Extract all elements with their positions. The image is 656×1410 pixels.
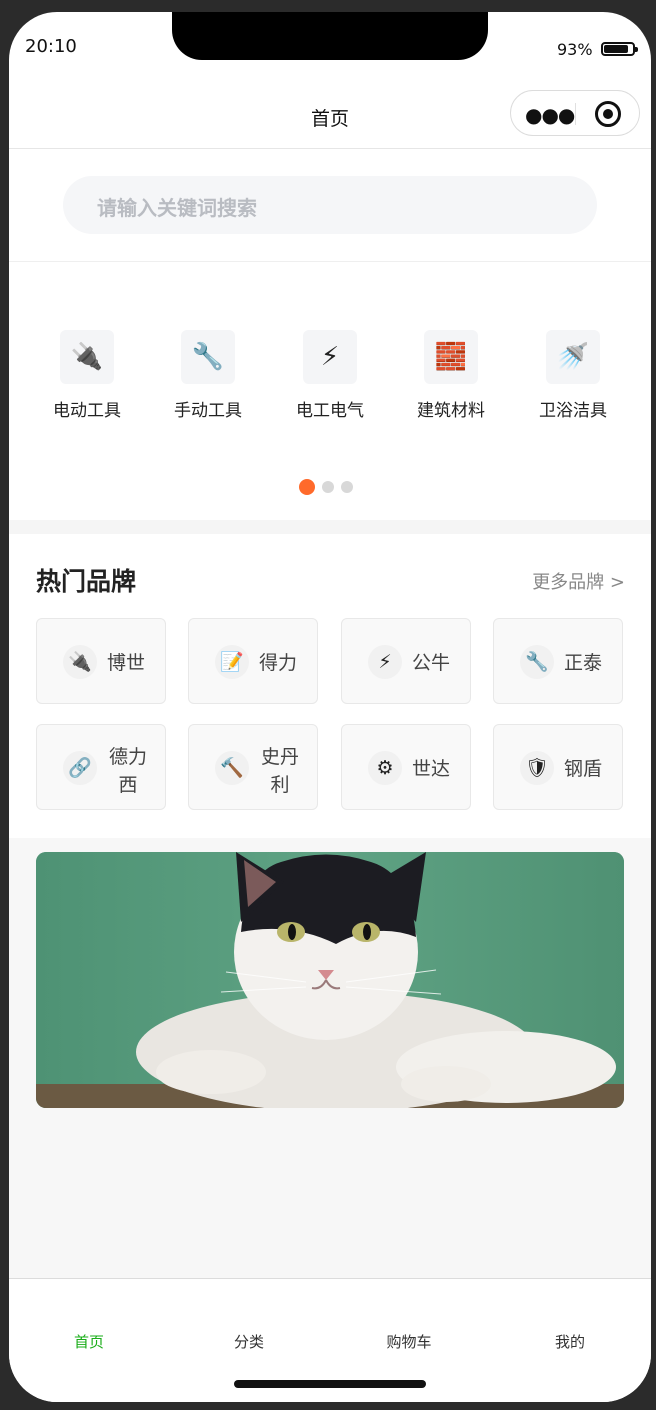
search-input[interactable]: 请输入关键词搜索 [63, 176, 597, 234]
brand-name: 博世 [107, 652, 146, 674]
battery-percentage: 93% [557, 40, 593, 59]
more-icon[interactable]: ●●● [525, 103, 575, 127]
brand-name: 得力 [259, 652, 298, 674]
category-label: 电动工具 [53, 401, 121, 421]
capsule-divider [575, 103, 576, 125]
brand-name: 世达 [412, 758, 451, 780]
brand-name: 正泰 [564, 652, 603, 674]
category-item[interactable]: 🔌 电动工具 [32, 330, 142, 421]
category-label: 建筑材料 [417, 401, 485, 421]
brand-card[interactable]: 🔧 正泰 [493, 618, 623, 704]
section-divider [9, 261, 651, 262]
category-item[interactable]: 🚿 卫浴洁具 [518, 330, 628, 421]
link-icon: 🔗 [63, 751, 97, 785]
status-time: 20:10 [25, 36, 77, 57]
camera-notch [172, 12, 488, 60]
brand-card[interactable]: 🔗 德力西 [36, 724, 166, 810]
brand-card[interactable]: 🛡 钢盾 [493, 724, 623, 810]
gear-icon: ⚙ [368, 751, 402, 785]
phone-screen: 20:10 93% 首页 ●●● 请输入关键词搜索 🔌 电动工具 🔧 手动工具 … [9, 12, 651, 1402]
memo-icon: 📝 [215, 645, 249, 679]
tab-profile[interactable]: 我的 [490, 1331, 650, 1352]
shower-icon: 🚿 [546, 330, 600, 384]
plug-icon: 🔌 [60, 330, 114, 384]
brand-card[interactable]: 🔌 博世 [36, 618, 166, 704]
tab-category[interactable]: 分类 [169, 1331, 329, 1352]
category-label: 手动工具 [174, 401, 242, 421]
lightning-icon: ⚡ [303, 330, 357, 384]
search-placeholder: 请输入关键词搜索 [97, 196, 257, 220]
plug-icon: 🔌 [63, 645, 97, 679]
tab-cart[interactable]: 购物车 [329, 1331, 489, 1352]
category-item[interactable]: ⚡ 电工电气 [275, 330, 385, 421]
battery-icon [601, 42, 638, 56]
brand-name: 公牛 [412, 652, 451, 674]
section-gap [9, 520, 651, 534]
shield-icon: 🛡 [520, 751, 554, 785]
wrench-icon: 🔧 [520, 645, 554, 679]
tab-home[interactable]: 首页 [9, 1331, 169, 1352]
cat-photo [36, 852, 624, 1108]
lightning-icon: ⚡ [368, 645, 402, 679]
category-item[interactable]: 🧱 建筑材料 [396, 330, 506, 421]
brand-card[interactable]: 🔨 史丹利 [188, 724, 318, 810]
carousel-pagination [299, 478, 360, 497]
pagination-dot[interactable] [299, 479, 315, 495]
wrench-icon: 🔧 [181, 330, 235, 384]
close-icon[interactable] [595, 101, 621, 127]
more-brands-link[interactable]: 更多品牌 > [532, 568, 625, 594]
brand-card[interactable]: ⚙ 世达 [341, 724, 471, 810]
bricks-icon: 🧱 [424, 330, 478, 384]
brand-name: 德力西 [108, 746, 147, 796]
category-item[interactable]: 🔧 手动工具 [153, 330, 263, 421]
category-label: 电工电气 [296, 401, 364, 421]
category-carousel: 🔌 电动工具 🔧 手动工具 ⚡ 电工电气 🧱 建筑材料 🚿 卫浴洁具 [9, 330, 651, 430]
brand-name: 史丹利 [260, 746, 299, 796]
hammer-icon: 🔨 [215, 751, 249, 785]
nav-divider [9, 148, 651, 149]
brand-card[interactable]: 📝 得力 [188, 618, 318, 704]
category-label: 卫浴洁具 [539, 401, 607, 421]
brand-card[interactable]: ⚡ 公牛 [341, 618, 471, 704]
brand-name: 钢盾 [564, 758, 603, 780]
mini-program-capsule: ●●● [510, 90, 640, 136]
promo-banner[interactable] [36, 852, 624, 1108]
pagination-dot[interactable] [322, 481, 334, 493]
pagination-dot[interactable] [341, 481, 353, 493]
home-indicator [234, 1380, 426, 1388]
hot-brands-title: 热门品牌 [36, 567, 137, 596]
